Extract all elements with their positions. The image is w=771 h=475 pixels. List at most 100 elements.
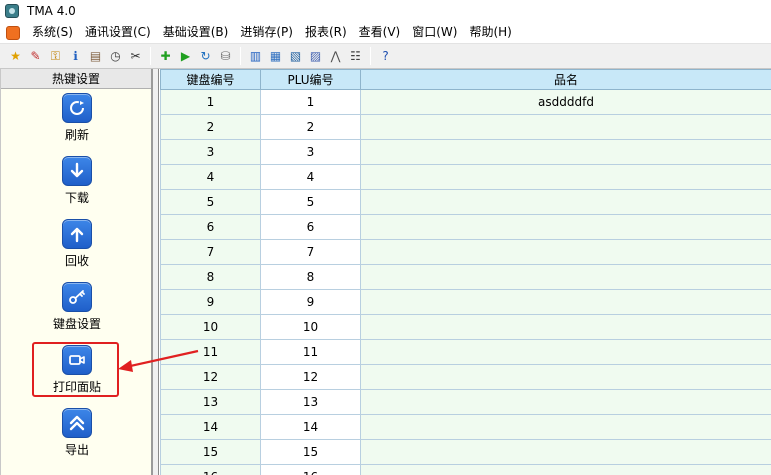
key-number-cell[interactable]: 5 — [160, 189, 261, 215]
key-number-cell[interactable]: 1 — [160, 89, 261, 115]
column-header-product-name[interactable]: 品名 — [360, 69, 771, 90]
pen-toolbar-button[interactable]: ✎ — [26, 47, 45, 66]
menu-basic-settings[interactable]: 基础设置(B) — [157, 22, 235, 43]
table-row[interactable]: 55 — [160, 189, 771, 215]
plu-number-cell[interactable]: 10 — [260, 314, 361, 340]
key-number-cell[interactable]: 13 — [160, 389, 261, 415]
refresh-toolbar-button[interactable]: ↻ — [196, 47, 215, 66]
table-row[interactable]: 77 — [160, 239, 771, 265]
product-name-cell[interactable] — [360, 439, 771, 465]
menu-help[interactable]: 帮助(H) — [463, 22, 517, 43]
product-name-cell[interactable] — [360, 389, 771, 415]
chart-toolbar-button[interactable]: ⋀ — [326, 47, 345, 66]
table-row[interactable]: 15 15 — [160, 439, 771, 465]
info-toolbar-button[interactable]: ℹ — [66, 47, 85, 66]
key-number-cell[interactable]: 7 — [160, 239, 261, 265]
product-name-cell[interactable] — [360, 164, 771, 190]
star-toolbar-button[interactable]: ★ — [6, 47, 25, 66]
key-number-cell[interactable]: 15 — [160, 439, 261, 465]
plu-number-cell[interactable]: 2 — [260, 114, 361, 140]
book-toolbar-button[interactable]: ▥ — [246, 47, 265, 66]
menu-window[interactable]: 窗口(W) — [406, 22, 463, 43]
plu-number-cell[interactable]: 3 — [260, 139, 361, 165]
table-row[interactable]: 12 12 — [160, 364, 771, 390]
plu-number-cell[interactable]: 16 — [260, 464, 361, 475]
help-toolbar-button[interactable]: ? — [376, 47, 395, 66]
clock-toolbar-button[interactable]: ◷ — [106, 47, 125, 66]
table-row[interactable]: 14 14 — [160, 414, 771, 440]
scissors-toolbar-button[interactable]: ✂ — [126, 47, 145, 66]
menu-view[interactable]: 查看(V) — [353, 22, 407, 43]
menu-inventory[interactable]: 进销存(P) — [234, 22, 299, 43]
table-row[interactable]: 10 10 — [160, 314, 771, 340]
key-number-cell[interactable]: 16 — [160, 464, 261, 475]
key-number-cell[interactable]: 10 — [160, 314, 261, 340]
plu-number-cell[interactable]: 12 — [260, 364, 361, 390]
plu-number-cell[interactable]: 7 — [260, 239, 361, 265]
books-config-toolbar-button[interactable]: ▨ — [306, 47, 325, 66]
books-toolbar-button[interactable]: ▦ — [266, 47, 285, 66]
table-row[interactable]: 13 13 — [160, 389, 771, 415]
table-row[interactable]: 11 11 — [160, 339, 771, 365]
table-row[interactable]: 33 — [160, 139, 771, 165]
books-stack-toolbar-button[interactable]: ▧ — [286, 47, 305, 66]
plu-number-cell[interactable]: 13 — [260, 389, 361, 415]
menu-communication-settings[interactable]: 通讯设置(C) — [79, 22, 157, 43]
plu-number-cell[interactable]: 15 — [260, 439, 361, 465]
add-toolbar-button[interactable]: ✚ — [156, 47, 175, 66]
plu-number-cell[interactable]: 6 — [260, 214, 361, 240]
column-header-plu-number[interactable]: PLU编号 — [260, 69, 361, 90]
table-row[interactable]: 1616 — [160, 464, 771, 475]
plu-number-cell[interactable]: 9 — [260, 289, 361, 315]
key-toolbar-button[interactable]: ⚿ — [46, 47, 65, 66]
keyboard-settings-button[interactable]: 键盘设置 — [1, 282, 153, 332]
table-row[interactable]: 22 — [160, 114, 771, 140]
product-name-cell[interactable] — [360, 464, 771, 475]
product-name-cell[interactable] — [360, 139, 771, 165]
product-name-cell[interactable] — [360, 214, 771, 240]
product-name-cell[interactable] — [360, 239, 771, 265]
product-name-cell[interactable] — [360, 339, 771, 365]
table-row[interactable]: 1 1 asddddfd — [160, 89, 771, 115]
product-name-cell[interactable] — [360, 264, 771, 290]
plu-number-cell[interactable]: 4 — [260, 164, 361, 190]
grid-body: 1 1 asddddfd 2 2 3 3 4 4 5 5 6 6 7 7 8 8 9 9 10 10 11 11 12 12 13… — [160, 89, 771, 475]
product-name-cell[interactable] — [360, 289, 771, 315]
table-row[interactable]: 66 — [160, 214, 771, 240]
document-toolbar-button[interactable]: ▤ — [86, 47, 105, 66]
product-name-cell[interactable] — [360, 364, 771, 390]
plu-number-cell[interactable]: 11 — [260, 339, 361, 365]
key-number-cell[interactable]: 4 — [160, 164, 261, 190]
product-name-cell[interactable] — [360, 189, 771, 215]
menu-system[interactable]: 系统(S) — [26, 22, 79, 43]
product-name-cell[interactable]: asddddfd — [360, 89, 771, 115]
download-button[interactable]: 下载 — [1, 156, 153, 206]
product-name-cell[interactable] — [360, 114, 771, 140]
key-number-cell[interactable]: 3 — [160, 139, 261, 165]
key-number-cell[interactable]: 2 — [160, 114, 261, 140]
table-row[interactable]: 88 — [160, 264, 771, 290]
recover-button[interactable]: 回收 — [1, 219, 153, 269]
plu-number-cell[interactable]: 5 — [260, 189, 361, 215]
play-toolbar-button[interactable]: ▶ — [176, 47, 195, 66]
refresh-button[interactable]: 刷新 — [1, 93, 153, 143]
plu-number-cell[interactable]: 8 — [260, 264, 361, 290]
key-number-cell[interactable]: 9 — [160, 289, 261, 315]
key-number-cell[interactable]: 14 — [160, 414, 261, 440]
database-toolbar-button[interactable]: ⛁ — [216, 47, 235, 66]
column-header-key-number[interactable]: 键盘编号 — [160, 69, 261, 90]
product-name-cell[interactable] — [360, 314, 771, 340]
key-number-cell[interactable]: 6 — [160, 214, 261, 240]
splitter[interactable] — [153, 69, 159, 475]
key-number-cell[interactable]: 8 — [160, 264, 261, 290]
plu-number-cell[interactable]: 14 — [260, 414, 361, 440]
window-title: TMA 4.0 — [27, 4, 76, 18]
product-name-cell[interactable] — [360, 414, 771, 440]
table-row[interactable]: 99 — [160, 289, 771, 315]
plu-number-cell[interactable]: 1 — [260, 89, 361, 115]
menu-reports[interactable]: 报表(R) — [299, 22, 353, 43]
export-button[interactable]: 导出 — [1, 408, 153, 458]
report-toolbar-button[interactable]: ☷ — [346, 47, 365, 66]
system-menu-icon[interactable] — [6, 25, 20, 40]
table-row[interactable]: 44 — [160, 164, 771, 190]
